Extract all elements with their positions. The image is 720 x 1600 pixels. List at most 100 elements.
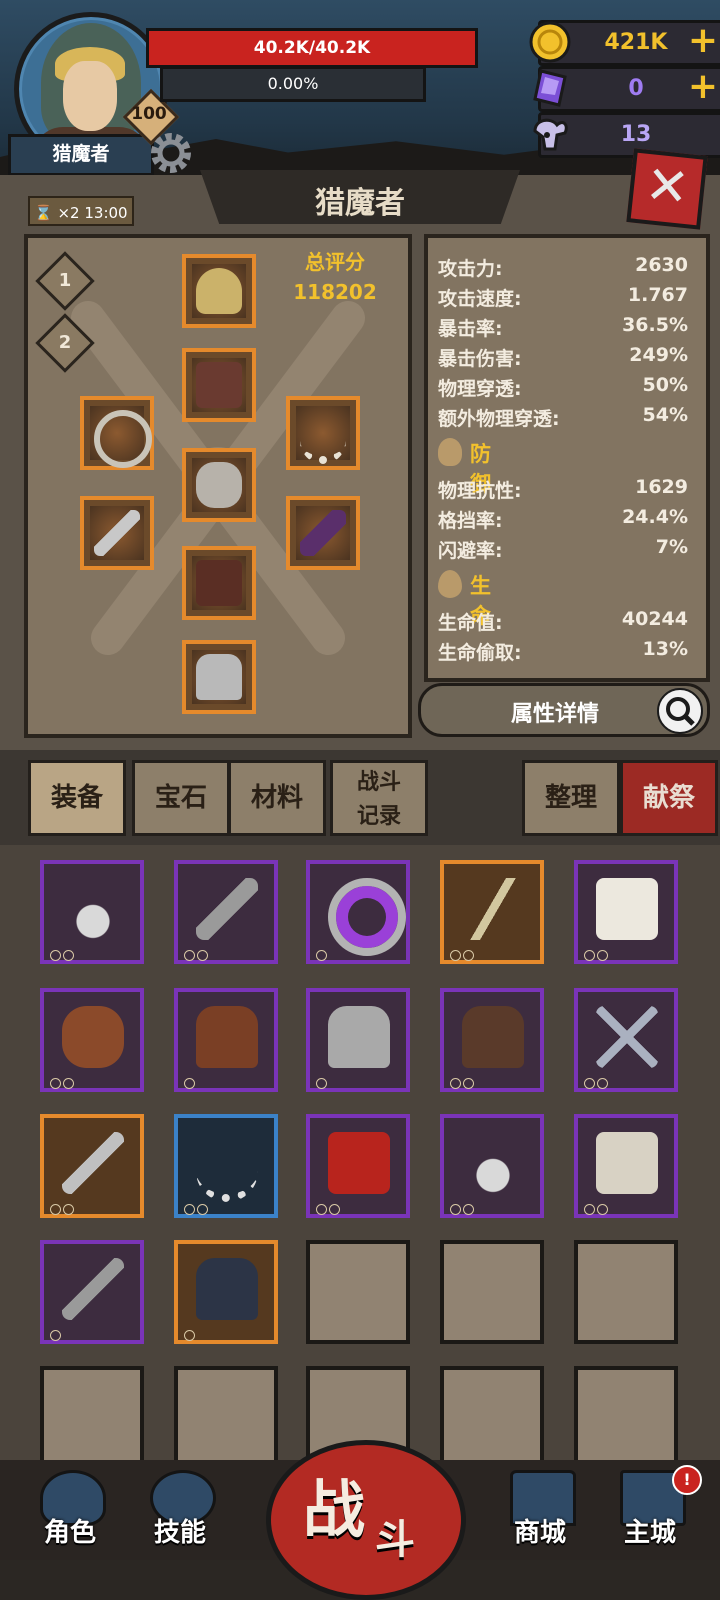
ring-slot[interactable] bbox=[80, 396, 154, 470]
stat-label: 生命偷取: bbox=[438, 642, 522, 664]
stat-hp: 生命值: 40244 bbox=[438, 608, 688, 636]
nav-role-label: 角色 bbox=[43, 1518, 96, 1548]
inventory-item[interactable] bbox=[440, 988, 544, 1092]
inventory-item[interactable] bbox=[574, 1114, 678, 1218]
empty-slot[interactable] bbox=[440, 1366, 544, 1470]
stat-attack-speed: 攻击速度: 1.767 bbox=[438, 284, 688, 312]
necklace-slot[interactable] bbox=[286, 396, 360, 470]
fight-label-1: 战 bbox=[303, 1473, 366, 1546]
helmet-slot[interactable] bbox=[182, 254, 256, 328]
crystal-counter: 0 + bbox=[533, 66, 720, 112]
attribute-details-button[interactable]: 属性详情 bbox=[418, 683, 710, 737]
stat-label: 物理穿透: bbox=[438, 378, 522, 400]
stat-value: 249% bbox=[629, 344, 688, 366]
stat-label: 生命值: bbox=[438, 612, 503, 634]
empty-slot[interactable] bbox=[40, 1366, 144, 1470]
inventory-item[interactable] bbox=[40, 1114, 144, 1218]
offhand-slot[interactable] bbox=[286, 496, 360, 570]
stat-value: 24.4% bbox=[622, 506, 688, 528]
add-gold-button[interactable]: + bbox=[683, 21, 720, 61]
droplet-icon bbox=[438, 570, 462, 598]
inventory-item[interactable] bbox=[306, 1114, 410, 1218]
sacrifice-button[interactable]: 献祭 bbox=[620, 760, 718, 836]
preset-1-label: 1 bbox=[58, 270, 72, 291]
close-button[interactable]: ✕ bbox=[626, 148, 708, 230]
sacrifice-label: 献祭 bbox=[642, 783, 695, 813]
tab-battle-log-line2: 记录 bbox=[356, 804, 401, 829]
sort-button[interactable]: 整理 bbox=[522, 760, 620, 836]
inventory-item[interactable] bbox=[174, 1240, 278, 1344]
inventory-item[interactable] bbox=[574, 988, 678, 1092]
ram-skull-icon bbox=[533, 118, 568, 151]
stat-label: 物理抗性: bbox=[438, 480, 522, 502]
inventory-item[interactable] bbox=[40, 1240, 144, 1344]
stat-extra-phys-pen: 额外物理穿透: 54% bbox=[438, 404, 688, 432]
stat-label: 攻击力: bbox=[438, 258, 503, 280]
fight-button[interactable]: 战 斗 bbox=[266, 1440, 466, 1600]
tab-battle-log[interactable]: 战斗 记录 bbox=[330, 760, 428, 836]
nav-shop-button[interactable]: 商城 bbox=[494, 1470, 586, 1556]
xp-bar: 0.00% bbox=[160, 66, 426, 102]
empty-slot[interactable] bbox=[574, 1240, 678, 1344]
inventory-item[interactable] bbox=[174, 1114, 278, 1218]
stat-crit-rate: 暴击率: 36.5% bbox=[438, 314, 688, 342]
attribute-details-label: 属性详情 bbox=[511, 702, 600, 727]
search-icon bbox=[657, 688, 703, 734]
stat-label: 格挡率: bbox=[438, 510, 503, 532]
stat-lifesteal: 生命偷取: 13% bbox=[438, 638, 688, 666]
stat-value: 40244 bbox=[621, 608, 688, 630]
tab-battle-log-line1: 战斗 bbox=[356, 770, 401, 795]
sort-label: 整理 bbox=[544, 783, 597, 813]
inventory-item[interactable] bbox=[40, 988, 144, 1092]
stat-dodge-rate: 闪避率: 7% bbox=[438, 536, 688, 564]
boost-time: 13:00 bbox=[84, 204, 128, 222]
stat-crit-damage: 暴击伤害: 249% bbox=[438, 344, 688, 372]
inventory-item[interactable] bbox=[40, 860, 144, 964]
skull-counter: 13 bbox=[533, 112, 720, 158]
hp-bar: 40.2K/40.2K bbox=[146, 28, 478, 68]
stat-phys-pen: 物理穿透: 50% bbox=[438, 374, 688, 402]
main-weapon-slot[interactable] bbox=[80, 496, 154, 570]
shield-icon bbox=[438, 438, 462, 466]
pants-slot[interactable] bbox=[182, 546, 256, 620]
inventory-item[interactable] bbox=[306, 860, 410, 964]
stat-value: 36.5% bbox=[622, 314, 688, 336]
purple-crystal-icon bbox=[533, 69, 567, 107]
empty-slot[interactable] bbox=[574, 1366, 678, 1470]
nav-city-label: 主城 bbox=[623, 1518, 676, 1548]
stat-phys-resist: 物理抗性: 1629 bbox=[438, 476, 688, 504]
nav-skills-button[interactable]: 技能 bbox=[134, 1470, 226, 1556]
gear-icon[interactable] bbox=[146, 128, 196, 178]
inventory-item[interactable] bbox=[174, 988, 278, 1092]
crystal-value: 0 bbox=[628, 76, 644, 101]
boost-tag: ⌛ ×2 13:00 bbox=[28, 196, 134, 226]
inventory-item[interactable] bbox=[306, 988, 410, 1092]
stat-value: 50% bbox=[642, 374, 688, 396]
stat-label: 闪避率: bbox=[438, 540, 503, 562]
empty-slot[interactable] bbox=[174, 1366, 278, 1470]
tab-gems[interactable]: 宝石 bbox=[132, 760, 230, 836]
city-notification-badge: ! bbox=[672, 1465, 702, 1495]
stat-value: 1629 bbox=[635, 476, 688, 498]
gold-coin-icon bbox=[529, 21, 571, 63]
boots-slot[interactable] bbox=[182, 640, 256, 714]
armor-slot[interactable] bbox=[182, 348, 256, 422]
tab-equipment-label: 装备 bbox=[50, 783, 103, 813]
tab-gems-label: 宝石 bbox=[154, 783, 207, 813]
tab-materials[interactable]: 材料 bbox=[228, 760, 326, 836]
nav-role-button[interactable]: 角色 bbox=[24, 1470, 116, 1556]
empty-slot[interactable] bbox=[306, 1240, 410, 1344]
preset-2-label: 2 bbox=[58, 332, 72, 353]
inventory-item[interactable] bbox=[574, 860, 678, 964]
add-crystal-button[interactable]: + bbox=[683, 67, 720, 107]
inventory-item[interactable] bbox=[174, 860, 278, 964]
fight-label-2: 斗 bbox=[375, 1517, 415, 1563]
tab-equipment[interactable]: 装备 bbox=[28, 760, 126, 836]
inventory-item[interactable] bbox=[440, 860, 544, 964]
belt-slot[interactable] bbox=[182, 448, 256, 522]
stat-value: 2630 bbox=[635, 254, 688, 276]
stat-label: 暴击率: bbox=[438, 318, 503, 340]
inventory-item[interactable] bbox=[440, 1114, 544, 1218]
empty-slot[interactable] bbox=[440, 1240, 544, 1344]
tab-materials-label: 材料 bbox=[250, 783, 303, 813]
